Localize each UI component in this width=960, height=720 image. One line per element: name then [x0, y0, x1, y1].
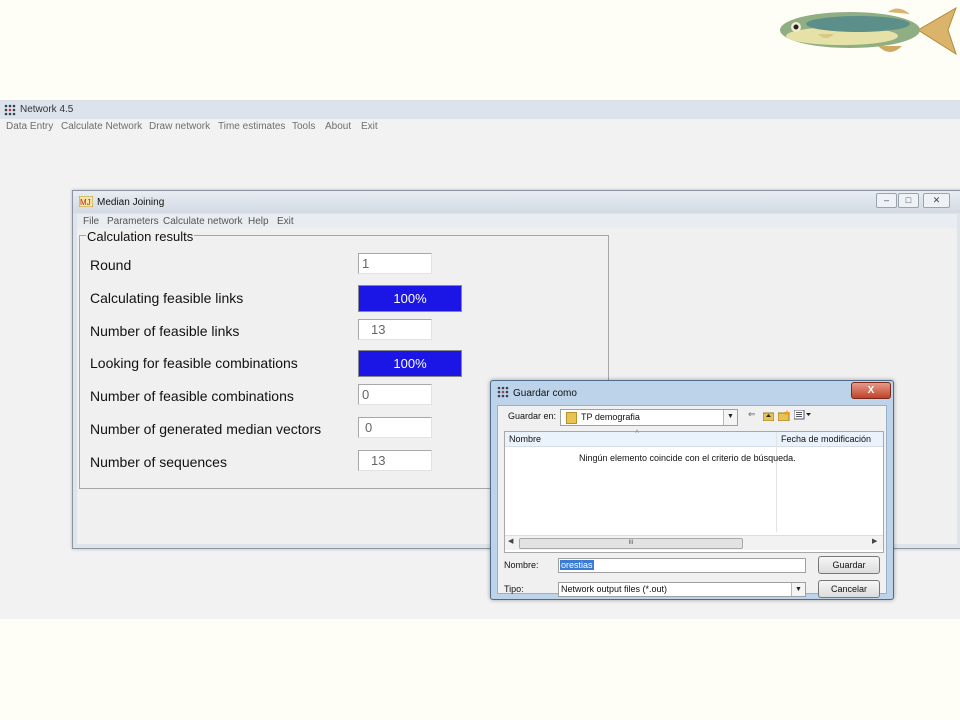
- save-in-label: Guardar en:: [508, 411, 557, 421]
- horizontal-scrollbar[interactable]: ◀ III ▶: [505, 535, 883, 550]
- main-window-title: Network 4.5: [20, 104, 74, 115]
- filename-input[interactable]: orestias: [558, 558, 806, 573]
- mj-menu-exit[interactable]: Exit: [277, 216, 294, 227]
- menu-tools[interactable]: Tools: [292, 121, 315, 132]
- column-divider: [776, 432, 777, 532]
- feasible-links-count-label: Number of feasible links: [90, 323, 240, 339]
- median-vectors-field: 0: [358, 417, 432, 438]
- filetype-dropdown[interactable]: Network output files (*.out) ▼: [558, 582, 806, 597]
- dialog-title: Guardar como: [513, 388, 577, 399]
- chevron-down-icon: ▼: [723, 410, 737, 425]
- main-menubar: Data Entry Calculate Network Draw networ…: [0, 119, 960, 135]
- mj-menubar: File Parameters Calculate network Help E…: [77, 214, 957, 228]
- mj-window-title: Median Joining: [97, 197, 165, 208]
- menu-draw-network[interactable]: Draw network: [149, 121, 210, 132]
- fish-logo: [780, 6, 957, 56]
- filename-value: orestias: [560, 560, 594, 570]
- save-button[interactable]: Guardar: [818, 556, 880, 574]
- median-vectors-label: Number of generated median vectors: [90, 421, 322, 437]
- feasible-combinations-progress-label: Looking for feasible combinations: [90, 355, 298, 371]
- feasible-links-count-value: 13: [371, 322, 386, 337]
- sequences-label: Number of sequences: [90, 454, 227, 470]
- maximize-button[interactable]: □: [898, 193, 919, 208]
- round-label: Round: [90, 257, 132, 273]
- file-list-header: Nombre ˄ Fecha de modificación: [505, 429, 883, 447]
- dialog-app-icon: [497, 386, 509, 398]
- feasible-links-progress-label: Calculating feasible links: [90, 290, 244, 306]
- filename-label: Nombre:: [504, 560, 539, 570]
- filetype-label: Tipo:: [504, 584, 524, 594]
- scroll-thumb[interactable]: III: [519, 538, 743, 549]
- sequences-value: 13: [371, 453, 386, 468]
- mj-menu-calculate-network[interactable]: Calculate network: [163, 216, 242, 227]
- save-as-dialog: Guardar como X Guardar en: TP demografia…: [490, 380, 894, 600]
- file-list[interactable]: Nombre ˄ Fecha de modificación Ningún el…: [504, 429, 884, 553]
- menu-time-estimates[interactable]: Time estimates: [218, 121, 285, 132]
- menu-exit[interactable]: Exit: [361, 121, 378, 132]
- dialog-body: Guardar en: TP demografia ▼ ⇐ Nombre ˄ F…: [497, 405, 887, 598]
- feasible-combinations-progress-bar: 100%: [358, 350, 462, 377]
- up-folder-icon[interactable]: [763, 411, 774, 421]
- dialog-close-button[interactable]: X: [851, 382, 891, 399]
- scroll-right-icon[interactable]: ▶: [872, 537, 877, 545]
- empty-list-message: Ningún elemento coincide con el criterio…: [579, 453, 796, 463]
- feasible-combinations-count-label: Number of feasible combinations: [90, 388, 294, 404]
- feasible-combinations-count-value: 0: [362, 387, 370, 402]
- menu-data-entry[interactable]: Data Entry: [6, 121, 53, 132]
- chevron-down-icon: ▼: [791, 583, 805, 596]
- svg-text:MJ: MJ: [80, 198, 91, 207]
- round-value: 1: [362, 256, 370, 271]
- feasible-combinations-progress-value: 100%: [393, 356, 427, 371]
- sort-caret-icon: ˄: [635, 429, 640, 436]
- view-menu-icon[interactable]: [794, 410, 812, 420]
- folder-icon: [566, 412, 577, 424]
- feasible-combinations-count-field: 0: [358, 384, 432, 405]
- cancel-button[interactable]: Cancelar: [818, 580, 880, 598]
- mj-menu-file[interactable]: File: [83, 216, 99, 227]
- minimize-button[interactable]: –: [876, 193, 897, 208]
- round-field: 1: [358, 253, 432, 274]
- main-titlebar: Network 4.5: [0, 101, 960, 119]
- mj-menu-parameters[interactable]: Parameters: [107, 216, 159, 227]
- close-button[interactable]: ✕: [923, 193, 950, 208]
- feasible-links-progress-value: 100%: [393, 291, 427, 306]
- back-arrow-icon[interactable]: ⇐: [748, 409, 756, 420]
- save-in-dropdown[interactable]: TP demografia ▼: [560, 409, 738, 426]
- sequences-field: 13: [358, 450, 432, 471]
- feasible-links-progress-bar: 100%: [358, 285, 462, 312]
- group-title: Calculation results: [86, 229, 195, 244]
- menu-calculate-network[interactable]: Calculate Network: [61, 121, 142, 132]
- mj-titlebar: MJ Median Joining – □ ✕: [73, 191, 960, 213]
- scroll-left-icon[interactable]: ◀: [508, 537, 513, 545]
- save-in-value: TP demografia: [581, 412, 640, 422]
- feasible-links-count-field: 13: [358, 319, 432, 340]
- mj-app-icon: MJ: [79, 196, 93, 207]
- median-vectors-value: 0: [365, 420, 373, 435]
- column-header-name[interactable]: Nombre: [509, 434, 541, 444]
- filetype-value: Network output files (*.out): [561, 584, 668, 594]
- column-header-date[interactable]: Fecha de modificación: [781, 434, 871, 444]
- new-folder-icon[interactable]: [778, 410, 790, 421]
- network-app-icon: [4, 104, 16, 116]
- menu-about[interactable]: About: [325, 121, 351, 132]
- mj-menu-help[interactable]: Help: [248, 216, 269, 227]
